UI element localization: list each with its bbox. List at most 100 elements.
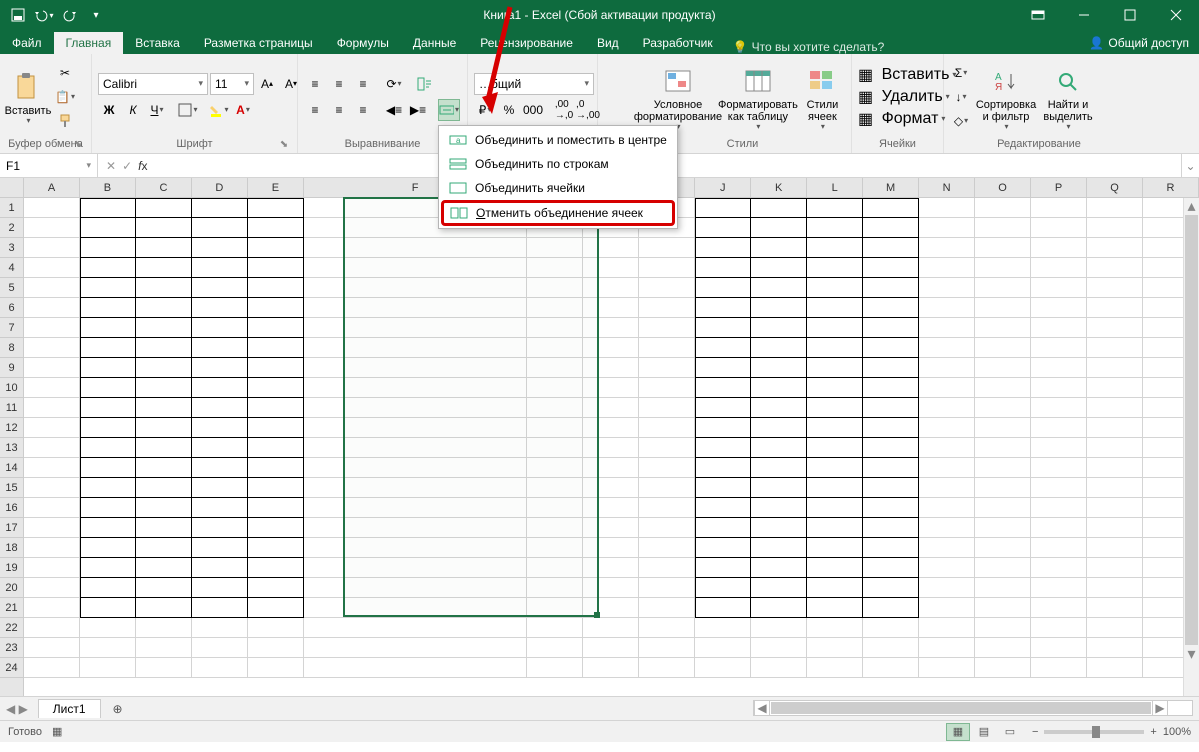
row-header-17[interactable]: 17	[0, 518, 23, 538]
close-button[interactable]	[1153, 0, 1199, 30]
tab-file[interactable]: Файл	[0, 32, 54, 54]
row-header-12[interactable]: 12	[0, 418, 23, 438]
normal-view-button[interactable]: ▦	[946, 723, 970, 741]
row-header-11[interactable]: 11	[0, 398, 23, 418]
cell-styles-button[interactable]: Стили ячеек▾	[798, 56, 847, 137]
row-header-21[interactable]: 21	[0, 598, 23, 618]
add-sheet-button[interactable]: ⊕	[107, 698, 129, 720]
merge-cells-item[interactable]: Объединить ячейки	[441, 176, 675, 200]
align-middle-button[interactable]: ≡	[328, 73, 350, 95]
paste-button[interactable]: Вставить▾	[4, 56, 52, 137]
zoom-in-button[interactable]: +	[1150, 726, 1156, 738]
zoom-out-button[interactable]: −	[1032, 726, 1038, 738]
col-header-E[interactable]: E	[248, 178, 304, 197]
horizontal-scrollbar[interactable]: ◀▶	[753, 700, 1193, 716]
cut-button[interactable]: ✂	[54, 62, 76, 84]
row-header-1[interactable]: 1	[0, 198, 23, 218]
copy-button[interactable]: 📋▾	[54, 86, 76, 108]
col-header-R[interactable]: R	[1143, 178, 1199, 197]
col-header-D[interactable]: D	[192, 178, 248, 197]
col-header-A[interactable]: A	[24, 178, 80, 197]
tab-data[interactable]: Данные	[401, 32, 468, 54]
sort-filter-button[interactable]: АЯ Сортировка и фильтр▾	[974, 56, 1038, 137]
row-header-4[interactable]: 4	[0, 258, 23, 278]
tab-review[interactable]: Рецензирование	[468, 32, 585, 54]
select-all-corner[interactable]	[0, 178, 23, 198]
row-header-20[interactable]: 20	[0, 578, 23, 598]
font-launcher[interactable]: ⬊	[277, 137, 291, 151]
expand-formula-bar[interactable]: ⌄	[1181, 154, 1199, 177]
row-header-2[interactable]: 2	[0, 218, 23, 238]
ribbon-options-button[interactable]	[1015, 0, 1061, 30]
font-color-button[interactable]: A▾	[232, 99, 254, 121]
zoom-slider[interactable]	[1044, 730, 1144, 734]
underline-button[interactable]: Ч▾	[146, 99, 168, 121]
row-header-3[interactable]: 3	[0, 238, 23, 258]
number-format-combo[interactable]: …бщий▾	[474, 73, 594, 95]
undo-button[interactable]: ▾	[32, 3, 56, 27]
format-painter-button[interactable]	[54, 110, 76, 132]
share-button[interactable]: 👤 Общий доступ	[1079, 32, 1199, 54]
format-table-button[interactable]: Форматировать как таблицу▾	[718, 56, 798, 137]
clipboard-launcher[interactable]: ⬊	[71, 137, 85, 151]
row-header-19[interactable]: 19	[0, 558, 23, 578]
row-header-23[interactable]: 23	[0, 638, 23, 658]
row-header-8[interactable]: 8	[0, 338, 23, 358]
unmerge-item[interactable]: Отменить объединение ячеек	[441, 200, 675, 226]
col-header-O[interactable]: O	[975, 178, 1031, 197]
row-header-10[interactable]: 10	[0, 378, 23, 398]
merge-button[interactable]: ▾	[438, 99, 460, 121]
delete-cells-button[interactable]: ▦ Удалить▾	[858, 87, 956, 107]
row-header-16[interactable]: 16	[0, 498, 23, 518]
maximize-button[interactable]	[1107, 0, 1153, 30]
row-header-24[interactable]: 24	[0, 658, 23, 678]
row-header-13[interactable]: 13	[0, 438, 23, 458]
orientation-button[interactable]: ⟳▾	[383, 73, 405, 95]
page-break-view-button[interactable]: ▭	[998, 723, 1022, 741]
name-box[interactable]: F1▾	[0, 154, 98, 177]
row-header-7[interactable]: 7	[0, 318, 23, 338]
align-center-button[interactable]: ≡	[328, 99, 350, 121]
zoom-level[interactable]: 100%	[1163, 726, 1191, 738]
row-header-9[interactable]: 9	[0, 358, 23, 378]
macro-record-button[interactable]: ▦	[52, 725, 62, 738]
qat-customize[interactable]: ▾	[84, 3, 108, 27]
insert-cells-button[interactable]: ▦ Вставить▾	[858, 65, 956, 85]
page-layout-view-button[interactable]: ▤	[972, 723, 996, 741]
merge-center-item[interactable]: a Объединить и поместить в центре	[441, 128, 675, 152]
italic-button[interactable]: К	[122, 99, 144, 121]
tab-insert[interactable]: Вставка	[123, 32, 192, 54]
border-button[interactable]: ▾	[177, 99, 199, 121]
minimize-button[interactable]	[1061, 0, 1107, 30]
wrap-text-button[interactable]	[414, 73, 436, 95]
col-header-Q[interactable]: Q	[1087, 178, 1143, 197]
align-top-button[interactable]: ≡	[304, 73, 326, 95]
tab-view[interactable]: Вид	[585, 32, 631, 54]
percent-button[interactable]: %	[498, 99, 520, 121]
col-header-P[interactable]: P	[1031, 178, 1087, 197]
font-name-combo[interactable]: Calibri▾	[98, 73, 208, 95]
increase-indent-button[interactable]: ▶≡	[407, 99, 429, 121]
row-header-6[interactable]: 6	[0, 298, 23, 318]
cancel-formula-button[interactable]: ✕	[106, 159, 116, 173]
fill-color-button[interactable]: ▾	[208, 99, 230, 121]
decrease-indent-button[interactable]: ◀≡	[383, 99, 405, 121]
row-header-14[interactable]: 14	[0, 458, 23, 478]
col-header-K[interactable]: K	[751, 178, 807, 197]
decrease-decimal-button[interactable]: ,0→,00	[577, 99, 599, 121]
fx-button[interactable]: fx	[138, 159, 147, 173]
col-header-B[interactable]: B	[80, 178, 136, 197]
col-header-N[interactable]: N	[919, 178, 975, 197]
font-size-combo[interactable]: 11▾	[210, 73, 254, 95]
format-cells-button[interactable]: ▦ Формат▾	[858, 109, 956, 129]
accounting-button[interactable]: ₽▾	[474, 99, 496, 121]
sheet-nav[interactable]: ◀ ▶	[0, 702, 34, 716]
row-header-18[interactable]: 18	[0, 538, 23, 558]
redo-button[interactable]	[58, 3, 82, 27]
fill-button[interactable]: ↓▾	[950, 86, 972, 108]
merge-across-item[interactable]: Объединить по строкам	[441, 152, 675, 176]
increase-decimal-button[interactable]: ,00→,0	[553, 99, 575, 121]
row-header-5[interactable]: 5	[0, 278, 23, 298]
row-header-15[interactable]: 15	[0, 478, 23, 498]
bold-button[interactable]: Ж	[98, 99, 120, 121]
